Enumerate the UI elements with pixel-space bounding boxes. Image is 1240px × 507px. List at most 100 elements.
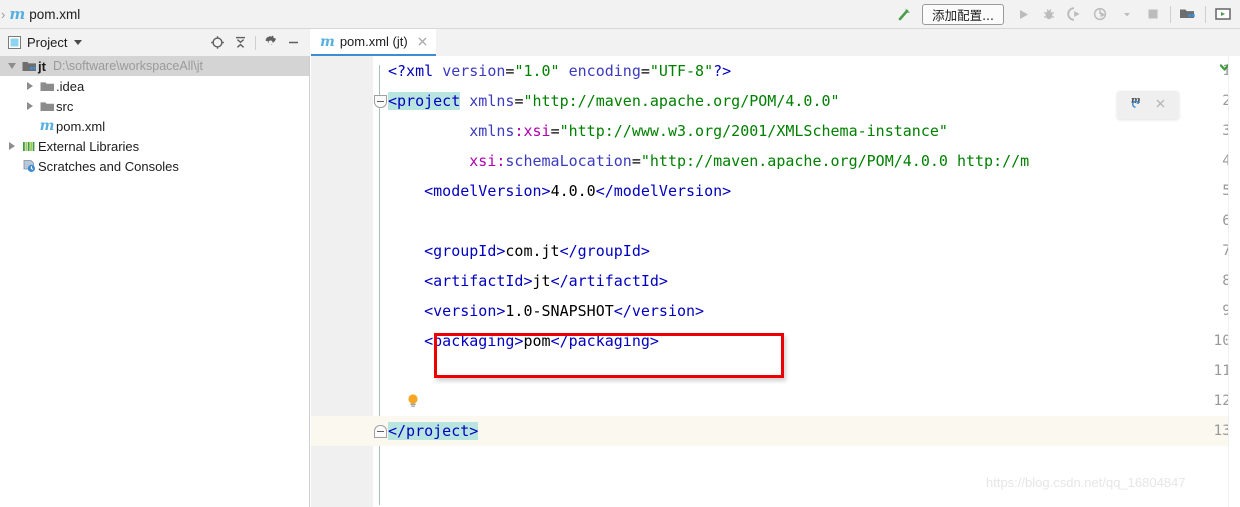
chevron-down-icon[interactable] xyxy=(1114,1,1140,27)
code-token: "UTF-8" xyxy=(649,62,714,80)
code-token: "1.0" xyxy=(514,62,560,80)
project-panel-icon xyxy=(8,36,21,49)
code-token: </version> xyxy=(613,302,705,320)
folder-icon xyxy=(38,76,56,96)
maven-reload-icon[interactable]: m xyxy=(1130,94,1147,116)
code-token: xsi xyxy=(469,152,497,170)
code-token: version xyxy=(442,62,506,80)
tree-item-jt[interactable]: jt D:\software\workspaceAll\jt xyxy=(0,56,309,76)
scroll-from-source-icon[interactable] xyxy=(206,31,229,54)
maven-file-icon: m xyxy=(9,4,26,23)
code-line[interactable]: <project xmlns="http://maven.apache.org/… xyxy=(388,86,840,116)
code-token: <version> xyxy=(424,302,506,320)
terminal-icon[interactable] xyxy=(1210,1,1236,27)
fold-marker-open[interactable] xyxy=(374,95,387,108)
code-token: encoding xyxy=(568,62,641,80)
code-line[interactable]: </project> xyxy=(388,416,479,446)
hammer-build-icon[interactable] xyxy=(892,1,918,27)
code-token: ?> xyxy=(713,62,732,80)
code-token: </groupId> xyxy=(559,242,650,260)
maven-file-icon: m xyxy=(39,118,55,134)
tree-item-external-libraries[interactable]: External Libraries xyxy=(0,136,309,156)
tree-item-pom-xml[interactable]: m pom.xml xyxy=(0,116,309,136)
tab-pom-xml[interactable]: m pom.xml (jt) xyxy=(311,29,436,56)
code-token: > xyxy=(469,422,479,440)
chevron-down-icon[interactable] xyxy=(74,40,83,45)
run-toolbar: 添加配置... xyxy=(892,0,1240,28)
code-line[interactable]: <?xml version="1.0" encoding="UTF-8"?> xyxy=(388,56,731,86)
project-panel-title: Project xyxy=(27,35,68,50)
code-token: schemaLocation xyxy=(505,152,632,170)
code-editor[interactable]: 1 2 3 4 5 6 7 8 9 10 11 12 13 <?xml version="1.0" en… xyxy=(311,56,1240,507)
chevron-right-icon[interactable] xyxy=(4,136,20,156)
stop-icon[interactable] xyxy=(1140,1,1166,27)
libraries-icon xyxy=(20,136,38,156)
project-panel-header: Project xyxy=(0,29,310,56)
code-token: <project xyxy=(388,92,461,110)
breadcrumb[interactable]: › m pom.xml xyxy=(0,0,80,28)
fold-marker-close[interactable] xyxy=(374,425,387,438)
toolbar-divider-2 xyxy=(1205,5,1206,23)
panel-toolbar-divider xyxy=(255,35,256,50)
debug-icon[interactable] xyxy=(1036,1,1062,27)
chevron-right-icon[interactable] xyxy=(22,96,38,116)
code-line[interactable]: <modelVersion>4.0.0</modelVersion> xyxy=(388,176,731,206)
code-token: </modelVersion> xyxy=(595,182,732,200)
code-line[interactable]: <groupId>com.jt</groupId> xyxy=(388,236,650,266)
code-token: </artifactId> xyxy=(550,272,668,290)
editor-scrollbar[interactable] xyxy=(1228,56,1240,507)
code-line[interactable]: <version>1.0-SNAPSHOT</version> xyxy=(388,296,704,326)
code-token: = xyxy=(550,122,560,140)
code-token: 4.0.0 xyxy=(550,182,596,200)
tree-item-scratches-and-consoles[interactable]: Scratches and Consoles xyxy=(0,156,309,176)
annotation-highlight-box xyxy=(434,333,784,378)
code-token: xmlns xyxy=(469,92,515,110)
tree-item-path: D:\software\workspaceAll\jt xyxy=(52,59,204,73)
code-token: com.jt xyxy=(505,242,560,260)
project-tree[interactable]: jt D:\software\workspaceAll\jt .idea src… xyxy=(0,56,310,507)
breadcrumb-separator-icon: › xyxy=(1,6,6,22)
code-line[interactable]: xsi:schemaLocation="http://maven.apache.… xyxy=(388,146,1029,176)
code-token: <?xml xyxy=(388,62,443,80)
caret-line-gutter-highlight xyxy=(311,416,373,446)
chevron-right-icon[interactable] xyxy=(22,76,38,96)
idea-window: › m pom.xml 添加配置... Project jt D:\softwa… xyxy=(0,0,1240,507)
code-token: xmlns xyxy=(469,122,515,140)
tree-item-src[interactable]: src xyxy=(0,96,309,116)
code-token: xsi xyxy=(523,122,551,140)
code-line[interactable]: xmlns:xsi="http://www.w3.org/2001/XMLSch… xyxy=(388,116,948,146)
collapse-all-icon[interactable] xyxy=(229,31,252,54)
project-folder-icon xyxy=(20,56,38,76)
top-navigation-bar: › m pom.xml 添加配置... xyxy=(0,0,1240,29)
tree-item-label: External Libraries xyxy=(38,138,140,154)
run-with-coverage-icon[interactable] xyxy=(1062,1,1088,27)
code-token: <modelVersion> xyxy=(424,182,551,200)
tree-item-label: jt xyxy=(38,58,46,74)
code-line[interactable]: <artifactId>jt</artifactId> xyxy=(388,266,668,296)
maven-reload-popup[interactable]: m xyxy=(1117,91,1179,119)
chevron-down-icon[interactable] xyxy=(4,56,20,76)
minimize-icon[interactable] xyxy=(282,31,305,54)
code-content[interactable]: <?xml version="1.0" encoding="UTF-8"?> <p… xyxy=(388,56,1240,507)
code-token: 1.0-SNAPSHOT xyxy=(505,302,614,320)
add-configuration-button[interactable]: 添加配置... xyxy=(922,3,1004,25)
close-icon[interactable] xyxy=(1155,96,1166,114)
code-token: jt xyxy=(532,272,551,290)
code-token: </project xyxy=(388,422,470,440)
intention-lightbulb-icon[interactable] xyxy=(406,393,420,409)
run-icon[interactable] xyxy=(1010,1,1036,27)
profiler-icon[interactable] xyxy=(1088,1,1114,27)
close-icon[interactable] xyxy=(416,35,429,48)
folder-icon xyxy=(38,96,56,116)
tree-item-idea[interactable]: .idea xyxy=(0,76,309,96)
gear-icon[interactable] xyxy=(259,31,282,54)
code-token: "http://www.w3.org/2001/XMLSchema-instan… xyxy=(559,122,948,140)
project-structure-icon[interactable] xyxy=(1175,1,1201,27)
